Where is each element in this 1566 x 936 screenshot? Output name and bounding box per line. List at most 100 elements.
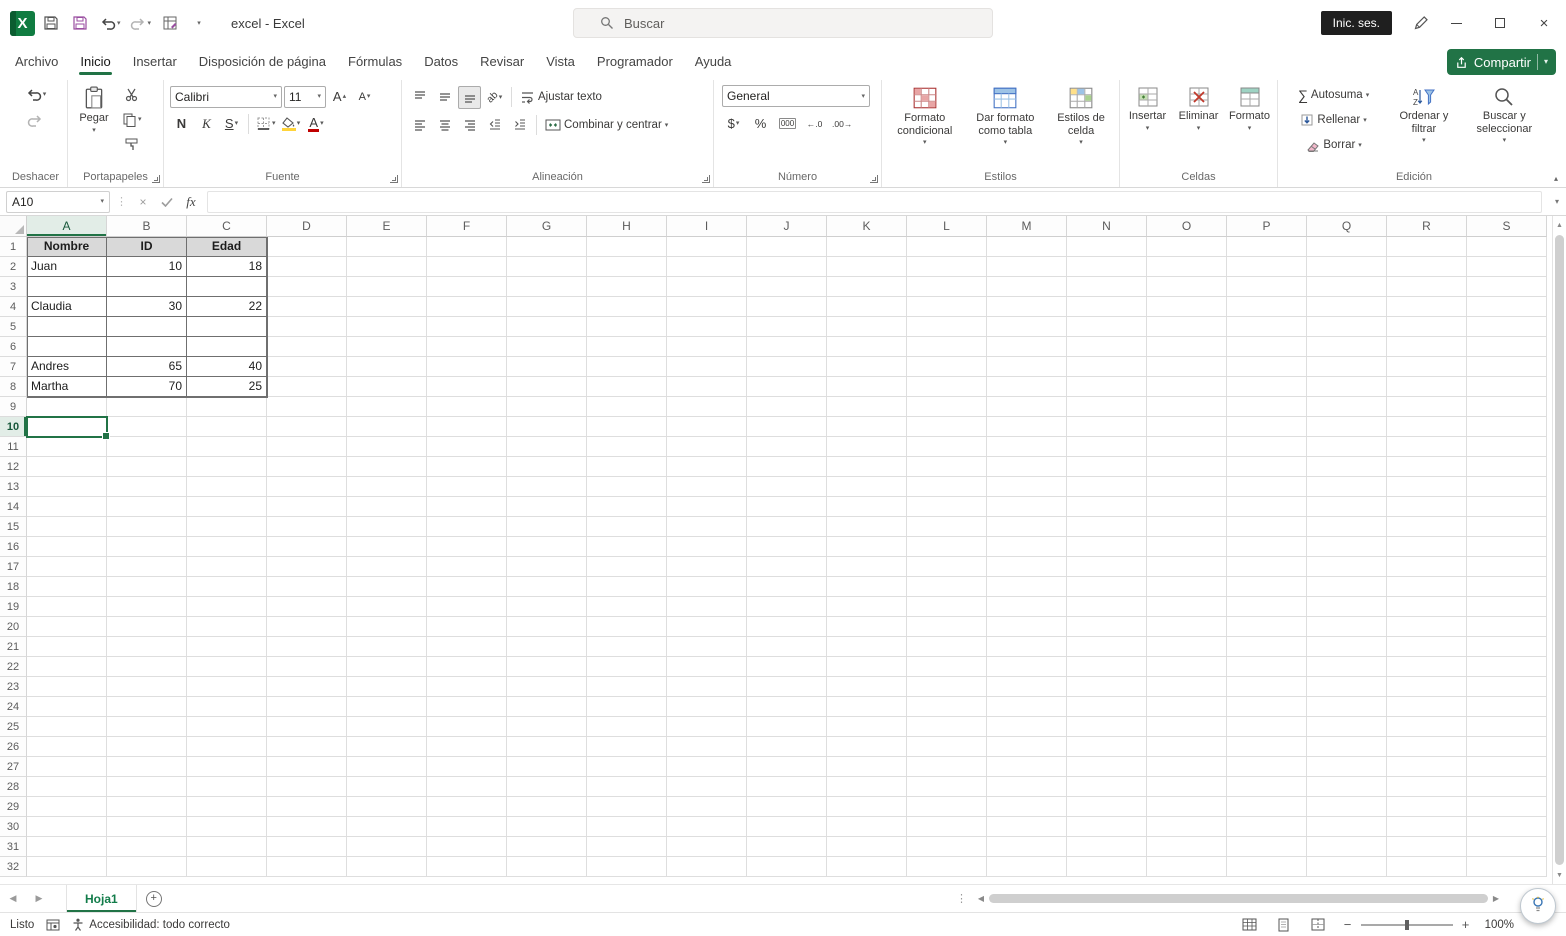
save-button[interactable] bbox=[38, 8, 64, 38]
cell-Q30[interactable] bbox=[1307, 817, 1387, 837]
cell-R20[interactable] bbox=[1387, 617, 1467, 637]
cell-A6[interactable] bbox=[27, 337, 107, 357]
cell-L2[interactable] bbox=[907, 257, 987, 277]
cell-N10[interactable] bbox=[1067, 417, 1147, 437]
accessibility-checker-button[interactable]: Accesibilidad: todo correcto bbox=[72, 918, 230, 931]
cell-N24[interactable] bbox=[1067, 697, 1147, 717]
cell-J12[interactable] bbox=[747, 457, 827, 477]
cell-S3[interactable] bbox=[1467, 277, 1547, 297]
cell-K32[interactable] bbox=[827, 857, 907, 877]
sheet-tab-hoja1[interactable]: Hoja1 bbox=[66, 885, 137, 912]
column-header-F[interactable]: F bbox=[427, 216, 507, 237]
cell-K19[interactable] bbox=[827, 597, 907, 617]
cell-D25[interactable] bbox=[267, 717, 347, 737]
cell-B25[interactable] bbox=[107, 717, 187, 737]
cell-K2[interactable] bbox=[827, 257, 907, 277]
row-header-15[interactable]: 15 bbox=[0, 517, 27, 537]
cell-F20[interactable] bbox=[427, 617, 507, 637]
cell-M12[interactable] bbox=[987, 457, 1067, 477]
align-right-button[interactable] bbox=[458, 114, 481, 137]
cell-S24[interactable] bbox=[1467, 697, 1547, 717]
cell-P3[interactable] bbox=[1227, 277, 1307, 297]
cell-O8[interactable] bbox=[1147, 377, 1227, 397]
decrease-indent-button[interactable] bbox=[483, 114, 506, 137]
column-header-G[interactable]: G bbox=[507, 216, 587, 237]
insert-cells-button[interactable]: Insertar ▾ bbox=[1124, 83, 1171, 165]
cell-P17[interactable] bbox=[1227, 557, 1307, 577]
cell-A22[interactable] bbox=[27, 657, 107, 677]
cell-H11[interactable] bbox=[587, 437, 667, 457]
row-header-7[interactable]: 7 bbox=[0, 357, 27, 377]
cell-K1[interactable] bbox=[827, 237, 907, 257]
zoom-slider-thumb[interactable] bbox=[1404, 919, 1409, 930]
cell-B5[interactable] bbox=[107, 317, 187, 337]
cell-A8[interactable]: Martha bbox=[27, 377, 107, 397]
cell-Q26[interactable] bbox=[1307, 737, 1387, 757]
cell-P15[interactable] bbox=[1227, 517, 1307, 537]
row-header-12[interactable]: 12 bbox=[0, 457, 27, 477]
column-header-I[interactable]: I bbox=[667, 216, 747, 237]
cell-E24[interactable] bbox=[347, 697, 427, 717]
collapse-ribbon-button[interactable]: ▴ bbox=[1554, 174, 1558, 183]
cell-H15[interactable] bbox=[587, 517, 667, 537]
cell-J18[interactable] bbox=[747, 577, 827, 597]
cell-H10[interactable] bbox=[587, 417, 667, 437]
horizontal-scrollbar[interactable]: ⋮ ◀ ▶ bbox=[956, 885, 1504, 912]
cell-M9[interactable] bbox=[987, 397, 1067, 417]
cell-O25[interactable] bbox=[1147, 717, 1227, 737]
cell-C22[interactable] bbox=[187, 657, 267, 677]
cell-B20[interactable] bbox=[107, 617, 187, 637]
cell-E12[interactable] bbox=[347, 457, 427, 477]
previous-sheet-button[interactable]: ◀ bbox=[0, 885, 26, 912]
tab-archivo[interactable]: Archivo bbox=[4, 48, 69, 78]
cell-E21[interactable] bbox=[347, 637, 427, 657]
cell-D3[interactable] bbox=[267, 277, 347, 297]
pen-mode-button[interactable] bbox=[1408, 8, 1434, 38]
cell-J21[interactable] bbox=[747, 637, 827, 657]
cell-G32[interactable] bbox=[507, 857, 587, 877]
cell-Q10[interactable] bbox=[1307, 417, 1387, 437]
cell-A11[interactable] bbox=[27, 437, 107, 457]
cell-D16[interactable] bbox=[267, 537, 347, 557]
cell-A30[interactable] bbox=[27, 817, 107, 837]
zoom-in-button[interactable]: + bbox=[1459, 917, 1473, 932]
cell-P11[interactable] bbox=[1227, 437, 1307, 457]
row-header-27[interactable]: 27 bbox=[0, 757, 27, 777]
row-header-4[interactable]: 4 bbox=[0, 297, 27, 317]
cell-O24[interactable] bbox=[1147, 697, 1227, 717]
cell-B13[interactable] bbox=[107, 477, 187, 497]
cell-G31[interactable] bbox=[507, 837, 587, 857]
cell-A1[interactable]: Nombre bbox=[27, 237, 107, 257]
cell-C32[interactable] bbox=[187, 857, 267, 877]
cell-O23[interactable] bbox=[1147, 677, 1227, 697]
cell-P30[interactable] bbox=[1227, 817, 1307, 837]
cell-J29[interactable] bbox=[747, 797, 827, 817]
cell-F15[interactable] bbox=[427, 517, 507, 537]
cell-E25[interactable] bbox=[347, 717, 427, 737]
cell-D7[interactable] bbox=[267, 357, 347, 377]
tab-formulas[interactable]: Fórmulas bbox=[337, 48, 413, 78]
cell-O7[interactable] bbox=[1147, 357, 1227, 377]
cell-O27[interactable] bbox=[1147, 757, 1227, 777]
cell-N6[interactable] bbox=[1067, 337, 1147, 357]
cell-R30[interactable] bbox=[1387, 817, 1467, 837]
cell-C20[interactable] bbox=[187, 617, 267, 637]
currency-format-button[interactable]: $ ▾ bbox=[722, 112, 745, 135]
cell-J13[interactable] bbox=[747, 477, 827, 497]
cell-B17[interactable] bbox=[107, 557, 187, 577]
cell-J11[interactable] bbox=[747, 437, 827, 457]
tab-programador[interactable]: Programador bbox=[586, 48, 684, 78]
cell-A25[interactable] bbox=[27, 717, 107, 737]
cell-N25[interactable] bbox=[1067, 717, 1147, 737]
cell-L28[interactable] bbox=[907, 777, 987, 797]
cell-Q22[interactable] bbox=[1307, 657, 1387, 677]
cell-D5[interactable] bbox=[267, 317, 347, 337]
zoom-level[interactable]: 100% bbox=[1485, 919, 1514, 931]
cell-R8[interactable] bbox=[1387, 377, 1467, 397]
cell-Q27[interactable] bbox=[1307, 757, 1387, 777]
cell-L32[interactable] bbox=[907, 857, 987, 877]
cell-E23[interactable] bbox=[347, 677, 427, 697]
cell-E15[interactable] bbox=[347, 517, 427, 537]
column-header-P[interactable]: P bbox=[1227, 216, 1307, 237]
cell-C7[interactable]: 40 bbox=[187, 357, 267, 377]
